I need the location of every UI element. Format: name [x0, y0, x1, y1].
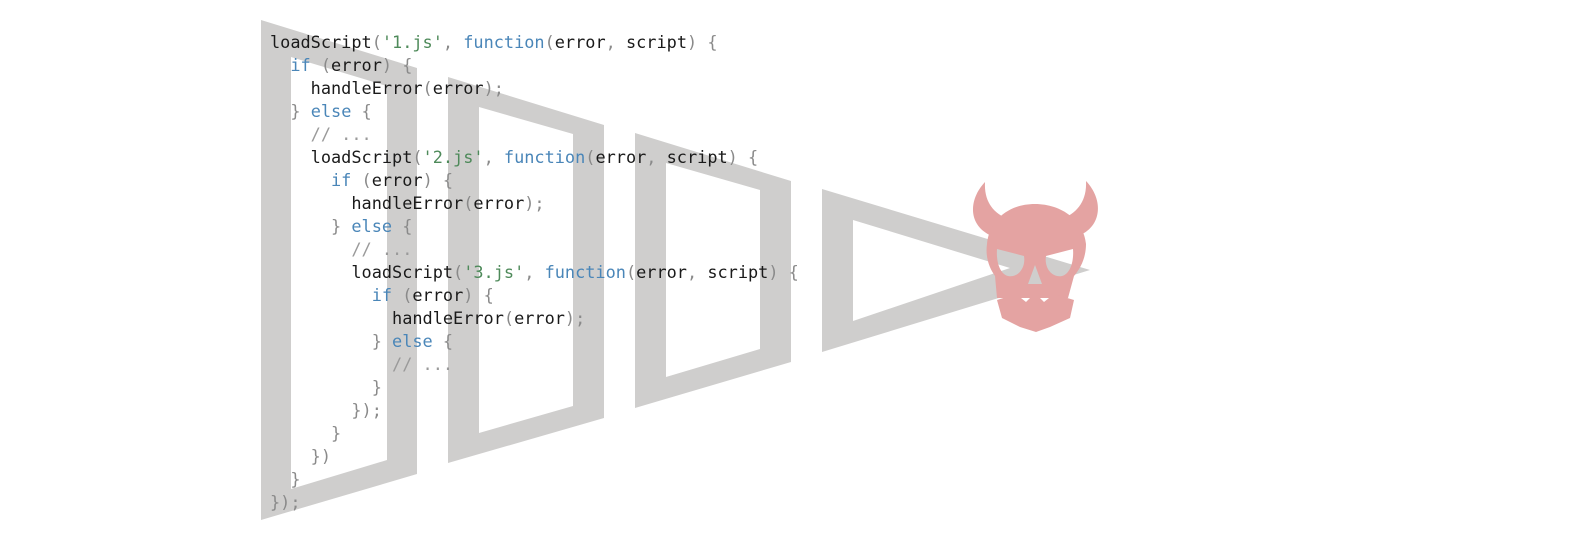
code-token-plain: error — [412, 285, 464, 305]
code-token-punct: ) { — [768, 262, 799, 282]
code-token-punct: ) { — [686, 32, 718, 52]
code-token-keyword: if — [331, 170, 352, 190]
code-token-plain: loadScript — [270, 32, 372, 52]
code-token-punct: }); — [270, 400, 382, 420]
code-token-punct: } — [270, 101, 311, 121]
code-token-punct: { — [351, 101, 372, 121]
code-token-punct: } — [270, 423, 342, 443]
code-token-punct: ); — [524, 193, 545, 213]
code-token-punct: ( — [422, 78, 433, 98]
code-token-plain: script — [666, 147, 728, 167]
code-token-punct: ( — [412, 147, 423, 167]
code-token-keyword: else — [310, 101, 352, 121]
code-token-punct: ( — [453, 262, 464, 282]
code-line: // ... — [270, 353, 799, 376]
devil-skull-icon — [973, 181, 1098, 332]
code-token-keyword: function — [463, 32, 545, 52]
code-token-punct: ); — [483, 78, 504, 98]
code-token-plain: error — [331, 55, 382, 75]
code-token-punct: ) { — [727, 147, 759, 167]
code-token-punct: ( — [392, 285, 413, 305]
code-token-string: '3.js' — [463, 262, 525, 282]
code-token-punct: , — [646, 147, 667, 167]
code-token-punct: }) — [270, 446, 332, 466]
code-line: loadScript('3.js', function(error, scrip… — [270, 261, 799, 284]
code-token-punct: , — [686, 262, 708, 282]
code-token-plain: script — [625, 32, 687, 52]
code-token-keyword: else — [351, 216, 393, 236]
code-token-punct: ( — [310, 55, 332, 75]
code-token-punct: ( — [585, 147, 596, 167]
code-token-punct: } — [270, 377, 382, 397]
code-token-plain: error — [636, 262, 687, 282]
skull-jaw — [997, 293, 1074, 332]
code-token-string: '2.js' — [422, 147, 484, 167]
code-line: }); — [270, 399, 799, 422]
code-token-plain: handleError — [270, 78, 423, 98]
code-token-punct: { — [432, 331, 454, 351]
code-line: if (error) { — [270, 54, 799, 77]
code-line: // ... — [270, 123, 799, 146]
code-token-punct: ( — [351, 170, 372, 190]
code-token-comment: // ... — [270, 124, 372, 144]
code-line: } else { — [270, 100, 799, 123]
code-token-punct: , — [483, 147, 504, 167]
code-token-punct: ( — [503, 308, 515, 328]
code-token-punct: , — [524, 262, 545, 282]
code-token-plain: error — [595, 147, 647, 167]
code-line: } else { — [270, 330, 799, 353]
code-token-plain: error — [514, 308, 565, 328]
code-line: loadScript('2.js', function(error, scrip… — [270, 146, 799, 169]
code-token-punct: ) { — [463, 285, 494, 305]
code-line: } — [270, 422, 799, 445]
code-token-punct: ) { — [381, 55, 413, 75]
code-token-keyword: else — [392, 331, 433, 351]
code-token-comment: // ... — [270, 354, 454, 374]
code-line: if (error) { — [270, 284, 799, 307]
code-token-punct: } — [270, 331, 393, 351]
callback-code-block: loadScript('1.js', function(error, scrip… — [270, 31, 799, 514]
code-token-plain: error — [432, 78, 484, 98]
code-line: handleError(error); — [270, 192, 799, 215]
code-token-punct: ); — [564, 308, 586, 328]
code-line: handleError(error); — [270, 77, 799, 100]
code-token-keyword: if — [290, 55, 311, 75]
code-token-plain: loadScript — [270, 147, 413, 167]
code-line: }) — [270, 445, 799, 468]
code-token-plain: script — [707, 262, 769, 282]
code-token-plain: loadScript — [270, 262, 454, 282]
code-token-plain: error — [371, 170, 423, 190]
code-token-keyword: function — [503, 147, 586, 167]
code-line: } — [270, 468, 799, 491]
code-token-plain: error — [473, 193, 525, 213]
code-token-punct: ( — [463, 193, 474, 213]
code-token-punct: { — [392, 216, 413, 236]
code-line: if (error) { — [270, 169, 799, 192]
code-token-plain: error — [554, 32, 606, 52]
code-token-punct: ( — [544, 32, 555, 52]
code-token-punct: , — [605, 32, 626, 52]
code-line: }); — [270, 491, 799, 514]
code-token-string: '1.js' — [381, 32, 443, 52]
code-token-punct: ) { — [422, 170, 454, 190]
code-token-keyword: if — [371, 285, 393, 305]
code-token-keyword: function — [544, 262, 626, 282]
code-token-punct: , — [442, 32, 464, 52]
code-line: } — [270, 376, 799, 399]
code-token-punct: }); — [270, 492, 301, 512]
code-line: loadScript('1.js', function(error, scrip… — [270, 31, 799, 54]
code-token-plain: handleError — [270, 308, 504, 328]
code-line: // ... — [270, 238, 799, 261]
code-token-punct: ( — [371, 32, 382, 52]
code-token-comment: // ... — [270, 239, 413, 259]
code-token-plain: handleError — [270, 193, 464, 213]
code-line: } else { — [270, 215, 799, 238]
code-token-punct: ( — [625, 262, 637, 282]
code-token-punct: } — [270, 469, 301, 489]
code-token-punct: } — [270, 216, 352, 236]
code-line: handleError(error); — [270, 307, 799, 330]
